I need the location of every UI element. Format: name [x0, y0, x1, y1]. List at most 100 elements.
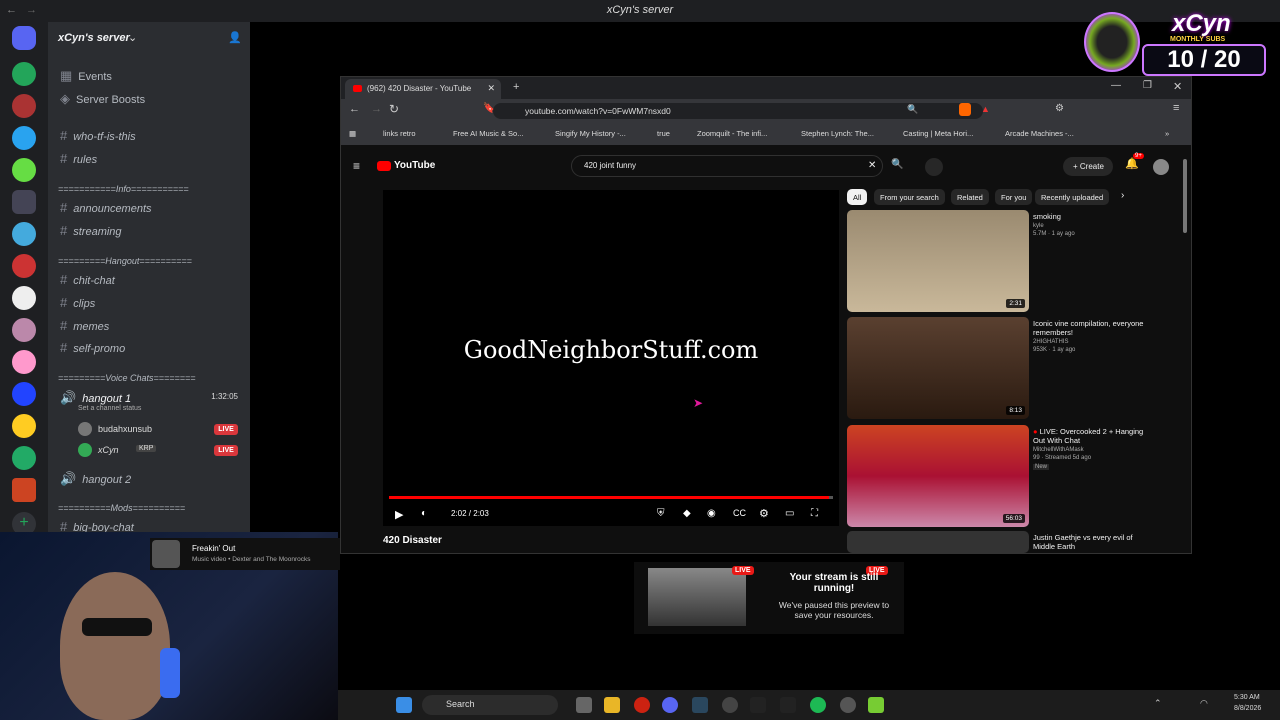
server-icon[interactable] [12, 286, 36, 310]
forward-icon[interactable]: → [371, 103, 382, 115]
recommended-thumbnail[interactable]: 56:03 [847, 425, 1029, 527]
server-icon[interactable] [12, 254, 36, 278]
server-icon[interactable] [12, 62, 36, 86]
clock-time[interactable]: 5:30 AM [1234, 694, 1260, 701]
tray-chevron-icon[interactable]: ⌃ [1154, 698, 1162, 709]
server-icon[interactable] [12, 414, 36, 438]
bookmark-item[interactable]: Stephen Lynch: The... [801, 129, 874, 138]
sponsor-icon[interactable]: ◆ [683, 508, 691, 519]
recommended-meta[interactable]: smoking kyle 5.7M · 1 ay ago [1033, 212, 1153, 237]
close-tab-icon[interactable]: ✕ [487, 83, 495, 94]
server-icon[interactable] [12, 446, 36, 470]
avatar[interactable] [1153, 159, 1169, 175]
close-window-icon[interactable]: ✕ [1173, 80, 1182, 93]
search-input[interactable]: 420 joint funny [571, 155, 883, 177]
clock-date[interactable]: 8/8/2026 [1234, 705, 1261, 712]
spotify-icon[interactable] [810, 697, 826, 713]
folder-icon[interactable] [12, 190, 36, 214]
bookmark-item[interactable]: Zoomquilt - The infi... [697, 129, 767, 138]
mic-icon[interactable] [925, 158, 943, 176]
apps-icon[interactable]: ▦ [349, 129, 356, 138]
back-icon[interactable]: ← [349, 103, 360, 115]
app-icon[interactable] [868, 697, 884, 713]
bookmark-item[interactable]: true [657, 129, 670, 138]
server-boosts-link[interactable]: ◈ Server Boosts [60, 91, 145, 107]
channel-streaming[interactable]: # streaming [60, 223, 122, 238]
channel-rules[interactable]: # rules [60, 151, 97, 166]
chip-related[interactable]: Related [951, 189, 989, 205]
channel-chit-chat[interactable]: # chit-chat [60, 272, 115, 287]
opera-icon[interactable] [634, 697, 650, 713]
app-icon[interactable] [780, 697, 796, 713]
browser-tab[interactable]: (962) 420 Disaster - YouTube ✕ [345, 79, 501, 99]
recommended-thumbnail[interactable]: 2:31 [847, 210, 1029, 312]
channel-self-promo[interactable]: # self-promo [60, 340, 125, 355]
recommended-thumbnail[interactable]: 8:13 [847, 317, 1029, 419]
bookmark-item[interactable]: Arcade Machines -... [1005, 129, 1074, 138]
reload-icon[interactable]: ↻ [389, 102, 399, 116]
recommended-meta[interactable]: Iconic vine compilation, everyone rememb… [1033, 319, 1153, 353]
server-icon[interactable] [12, 222, 36, 246]
minimize-icon[interactable]: — [1111, 80, 1121, 91]
bookmark-item[interactable]: Casting | Meta Hori... [903, 129, 973, 138]
new-tab-icon[interactable]: + [513, 81, 519, 93]
app-icon[interactable] [750, 697, 766, 713]
play-icon[interactable]: ▶ [395, 508, 403, 521]
chip-recently-uploaded[interactable]: Recently uploaded [1035, 189, 1110, 205]
category-mods[interactable]: ==========Mods========== [58, 503, 185, 513]
shield-icon[interactable]: ⛨ [657, 508, 665, 519]
brave-shield-icon[interactable] [959, 103, 971, 116]
recommended-thumbnail[interactable] [847, 531, 1029, 553]
hamburger-menu-icon[interactable]: ≡ [353, 159, 360, 173]
channel-announcements[interactable]: # announcements [60, 200, 152, 215]
channel-clips[interactable]: # clips [60, 295, 95, 310]
file-explorer-icon[interactable] [604, 697, 620, 713]
server-icon[interactable] [12, 350, 36, 374]
events-link[interactable]: ▦ Events [60, 68, 112, 84]
category-info[interactable]: ===========Info=========== [58, 184, 189, 194]
youtube-logo-text[interactable]: YouTube [394, 160, 435, 171]
bookmark-item[interactable]: Free AI Music & So... [453, 129, 523, 138]
settings-gear-icon[interactable]: ⚙ [759, 507, 769, 520]
server-icon[interactable] [12, 318, 36, 342]
chevron-down-icon[interactable]: ⌄ [128, 31, 137, 44]
chip-for-you[interactable]: For you [995, 189, 1033, 205]
volume-icon[interactable]: ◐ [421, 508, 427, 519]
progress-bar[interactable] [389, 496, 833, 499]
channel-who-tf-is-this[interactable]: # who-tf-is-this [60, 128, 136, 143]
bookmark-item[interactable]: links retro [383, 129, 416, 138]
create-button[interactable]: + Create [1063, 157, 1113, 176]
server-icon[interactable] [12, 94, 36, 118]
discord-icon[interactable] [662, 697, 678, 713]
scrollbar[interactable] [1183, 159, 1187, 233]
maximize-icon[interactable]: ❐ [1143, 80, 1152, 91]
wifi-icon[interactable]: ◠ [1200, 698, 1208, 709]
captions-icon[interactable]: CC [733, 508, 746, 518]
server-name[interactable]: xCyn's server [58, 32, 130, 44]
discord-home-icon[interactable] [12, 26, 36, 50]
task-view-icon[interactable] [576, 697, 592, 713]
category-voice[interactable]: =========Voice Chats======== [58, 373, 196, 383]
chip-all[interactable]: All [847, 189, 868, 205]
fullscreen-icon[interactable]: ⛶ [811, 508, 818, 519]
channel-memes[interactable]: # memes [60, 318, 109, 333]
channel-status[interactable]: Set a channel status [78, 405, 141, 412]
extensions-icon[interactable]: ⚙ [1055, 103, 1064, 114]
video-player[interactable]: GoodNeighborStuff.com ▶ ◐ 2:02 / 2:03 ⛨ … [383, 190, 839, 526]
more-bookmarks-icon[interactable]: » [1165, 129, 1169, 138]
youtube-logo-icon[interactable] [377, 161, 391, 171]
miniplayer-icon[interactable]: ▭ [785, 508, 794, 519]
stream-preview-thumb[interactable] [648, 568, 746, 626]
bookmark-item[interactable]: Singify My History -... [555, 129, 626, 138]
windows-start-icon[interactable] [396, 697, 412, 713]
app-icon[interactable] [840, 697, 856, 713]
voice-user-name[interactable]: xCyn [98, 445, 119, 455]
chevron-right-icon[interactable]: › [1121, 190, 1124, 201]
obs-icon[interactable] [722, 697, 738, 713]
chip-from-your-search[interactable]: From your search [874, 189, 945, 205]
clear-search-icon[interactable]: ✕ [868, 160, 876, 171]
voice-channel-hangout-1[interactable]: 🔊 hangout 1 [60, 390, 131, 406]
server-icon[interactable] [12, 382, 36, 406]
server-icon[interactable] [12, 478, 36, 502]
recommended-meta[interactable]: Justin Gaethje vs every evil of Middle E… [1033, 533, 1153, 551]
